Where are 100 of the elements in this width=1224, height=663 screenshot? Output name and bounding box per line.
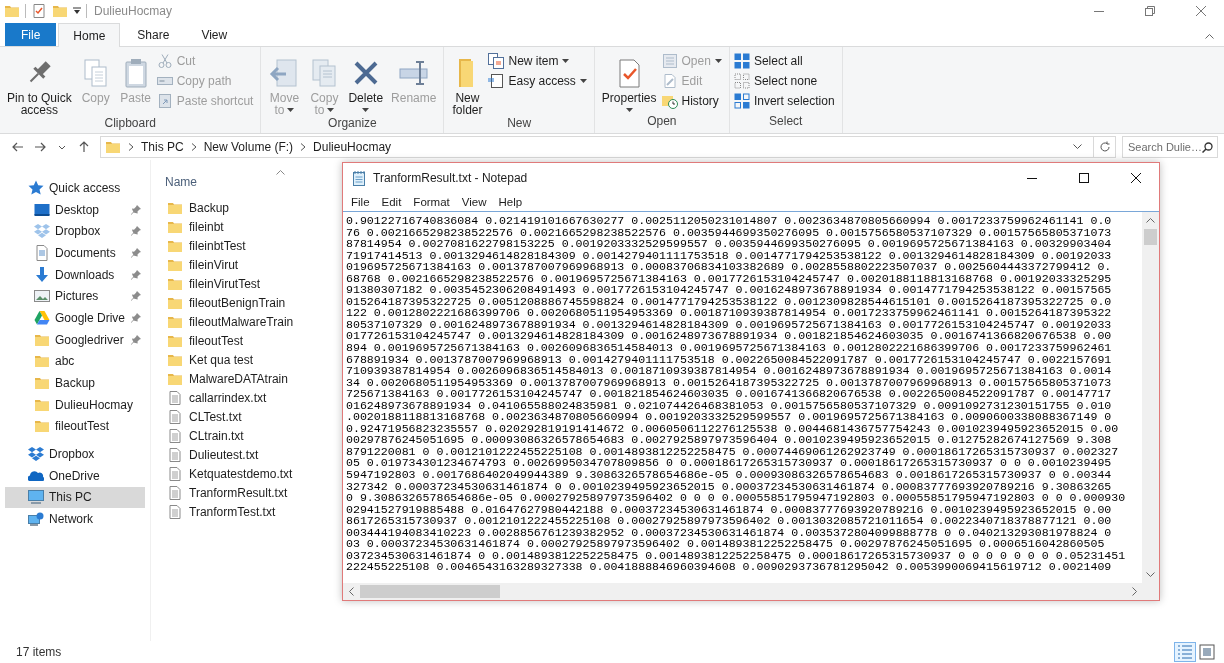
text-file-icon bbox=[167, 465, 183, 482]
nav-item[interactable]: Downloads bbox=[5, 263, 145, 286]
nav-item[interactable]: Quick access bbox=[5, 177, 145, 199]
dashed-grid-icon bbox=[733, 73, 750, 89]
forward-arrow-icon bbox=[33, 140, 47, 154]
documents-icon bbox=[488, 53, 505, 69]
list-entry[interactable]: Ketquatestdemo.txt bbox=[163, 464, 293, 483]
ribbon-button[interactable]: Pin to Quick access bbox=[4, 50, 75, 116]
list-entry[interactable]: CLtrain.txt bbox=[163, 426, 244, 445]
nav-item[interactable]: Dropbox bbox=[5, 220, 145, 243]
nav-item[interactable]: Documents bbox=[5, 242, 145, 264]
down-arrow-icon bbox=[34, 266, 50, 283]
ribbon-button[interactable]: Invert selection bbox=[733, 93, 838, 109]
chevron-right-icon bbox=[300, 143, 307, 151]
folder-icon bbox=[34, 375, 50, 392]
list-entry[interactable]: MalwareDATAtrain bbox=[163, 369, 288, 388]
details-view-button[interactable] bbox=[1174, 642, 1196, 662]
ribbon-button[interactable]: History bbox=[661, 93, 725, 109]
scissors-icon bbox=[156, 53, 173, 69]
text-file-icon bbox=[167, 389, 183, 406]
column-header[interactable]: Name bbox=[165, 170, 197, 189]
back-arrow-icon bbox=[11, 140, 25, 154]
scroll-down-icon bbox=[1146, 572, 1155, 577]
list-entry[interactable]: fileinVirut bbox=[163, 255, 239, 274]
restore-icon bbox=[1145, 6, 1155, 16]
horizontal-scrollbar[interactable] bbox=[343, 583, 1159, 600]
thumbnail-icon bbox=[1199, 644, 1215, 660]
list-entry[interactable]: TranformResult.txt bbox=[163, 483, 288, 502]
list-entry[interactable]: callarrindex.txt bbox=[163, 388, 267, 407]
sort-up-icon bbox=[276, 170, 285, 175]
menu-item[interactable]: Edit bbox=[375, 193, 408, 211]
chevron-up-icon bbox=[1204, 33, 1214, 39]
chevron-down-icon bbox=[1072, 144, 1082, 150]
menu-item[interactable]: Format bbox=[407, 193, 456, 211]
triangle-logo-icon bbox=[34, 309, 50, 326]
address-bar[interactable]: This PC New Volume (F:) DulieuHocmay bbox=[100, 136, 1116, 158]
nav-item[interactable]: fileoutTest bbox=[5, 415, 145, 438]
list-entry[interactable]: fileinbt bbox=[163, 217, 224, 236]
list-entry[interactable]: fileoutTest bbox=[163, 331, 244, 350]
folder-icon bbox=[52, 3, 68, 19]
ribbon-button[interactable]: New folder bbox=[448, 50, 487, 116]
breadcrumb[interactable]: This PC bbox=[141, 140, 184, 154]
scroll-left-icon bbox=[349, 587, 354, 596]
list-entry[interactable]: Dulieutest.txt bbox=[163, 445, 259, 464]
list-entry[interactable]: fileoutMalwareTrain bbox=[163, 312, 294, 331]
ribbon-tab[interactable]: View bbox=[186, 23, 243, 46]
search-field[interactable]: Search Dulie… bbox=[1122, 136, 1218, 158]
ribbon-button[interactable]: New item bbox=[488, 53, 590, 69]
nav-item[interactable]: OneDrive bbox=[5, 464, 145, 487]
group-label: Organize bbox=[328, 116, 377, 132]
nav-item[interactable]: Pictures bbox=[5, 285, 145, 308]
file-menu-tab[interactable]: File bbox=[5, 23, 57, 46]
menu-item[interactable]: View bbox=[455, 193, 493, 211]
checkmark-document-icon bbox=[31, 3, 47, 19]
text-file-icon bbox=[167, 484, 183, 501]
nav-item[interactable]: Desktop bbox=[5, 198, 145, 221]
nav-item[interactable]: Googledriver bbox=[5, 328, 145, 351]
scrollbar-thumb[interactable] bbox=[1144, 229, 1157, 245]
pin-icon bbox=[131, 204, 141, 215]
document-icon bbox=[661, 53, 678, 69]
vertical-scrollbar[interactable] bbox=[1142, 212, 1159, 583]
list-entry[interactable]: fileinVirutTest bbox=[163, 274, 261, 293]
breadcrumb[interactable]: New Volume (F:) bbox=[203, 140, 294, 154]
picture-icon bbox=[34, 288, 50, 305]
text-file-icon bbox=[167, 446, 183, 463]
ribbon-tab[interactable]: Share bbox=[122, 23, 185, 46]
list-entry[interactable]: TranformTest.txt bbox=[163, 502, 276, 521]
list-entry[interactable]: Ket qua test bbox=[163, 350, 254, 369]
ribbon-button[interactable]: Properties bbox=[598, 50, 660, 112]
ribbon-button[interactable]: Easy access bbox=[488, 73, 590, 89]
up-arrow-icon bbox=[77, 140, 91, 154]
nav-item[interactable]: Backup bbox=[5, 372, 145, 394]
nav-item[interactable]: Network bbox=[5, 508, 145, 530]
dropbox-icon bbox=[34, 223, 50, 240]
ribbon-button[interactable]: Select all bbox=[733, 53, 838, 69]
text-file-icon bbox=[167, 427, 183, 444]
text-editor[interactable]: 0.90122716740836084 0.021419101667630277 0.0025112050231014807 0.0023634870805660994 0.0017233759962461141 0.0 76 0.0021665298238522576 0.0021665298238522576 0.0035944699350276095 0.0015756580537107329 0.00157565805371073 87814954 0.0027081622798153225 0.0019203332529599557 0.0035944699350276095 0.0019695725671384163 0.00329903404 71917414513 0.0013294614828184309 0.0014279401111753518 0.0014771794253538122 0.0013294614828184309 0.00192033 019695725671384163 0.0013787007969968913 0.00083706834103382689 0.0028558802223507037 0.0025604443372799412 0. 68768 0.0021665298238522576 0.0019695725671384163 0.0017726153104245747 0.0020188118813168768 0.00192033325295 91380307182 0.0035452306208491493 0.0017726153104245747 0.0016248973678891934 0.0014771794253538122 0.00157565 015264187395322725 0.0051208886745598824 0.0014771794253538122 0.0012309828544615101 0.0015264187395322725 0.0 122 0.0012802221686399706 0.0020680511954953369 0.0018710939387814954 0.0017233759962461141 0.0015264187395322 80537107329 0.0016248973678891934 0.0013294614828184309 0.0019695725671384163 0.0017726153104245747 0.00192033 017726153104245747 0.0013294614828184309 0.0016248973678891934 0.001821854624603035 0.0016741366820676538 0.00 894 0.0019695725671384163 0.0026096836514584013 0.0019695725671384163 0.0012802221686399706 0.0017233759962461 678891934 0.0013787007969968913 0.0014279401111753518 0.0022650084522091787 0.0017726153104245747 0.0022157691 710939387814954 0.0026096836514584013 0.0018710939387814954 0.0016248973678891934 0.0019695725671384163 0.0014 34 0.0020680511954953369 0.0013787007969968913 0.0015264187395322725 0.0013787007969968913 0.00157565805371073 725671384163 0.0017726153104245747 0.001821854624603035 0.0016741366820676538 0.0022650084522091787 0.00147717 016248973678891934 0.041065588024835981 0.021074426468381053 0.0015756580537107329 0.0091092731230151755 0.010 .0020188118813168768 0.0023634870805660994 0.0019203332529599557 0.0019695725671384163 0.0090600338088367149 0 0.92471956823235557 0.020292819191414672 0.0060506112276125538 0.0044681436757754243 0.0010239495923652015 0.00 00297876245051695 0.00093086326578654683 0.0027925897973596404 0.0010239495923652015 0.01275282674127569 9.308 8791220081 0 0.0012101222455225108 0.0014893812252258475 0.00074469061262923749 0.00018617265315730937 0.002327 05 0.019734301234674793 0.0026995034707809856 0 0.00018617265315730937 0.00018617265315730937 0 0 0.0010239495 5947192803 0.0017686402049944389 9.3086326578654686e-05 0.00093086326578654683 0.0018617265315730937 0 0.00344 327342 0.00037234530631461874 0 0.0010239495923652015 0.00037234530631461874 0.00083777693920789216 9.30863265 0 9.3086326578654686e-05 0.00027925897973596402 0 0 0 0.00055851795947192803 0.00055851795947192803 0 0 0.000930 02941527919885488 0.01647627980442188 0.00037234530631461874 0.00083777693920789216 0.0010239495923652015 0.00 8617265315730937 0.0012101222455225108 0.00027925897973596402 0.0013032085721011654 0.0022340718378877121 0.00 003444194083410223 0.0028856761239382952 0.00037234530631461874 0.0035372804099888778 0 0.040213293081978824 0 03 0.00037234530631461874 0.00027925897973596402 0.0014893812252258475 0.00297876245051695 0.0006516042860505 037234530631461874 0 0.0014893812252258475 0.0014893812252258475 0.00018617265315730937 0 0 0 0 0 0 0 0.05231451 222455225108 0.0046543163289327338 0.0041888846960394608 0.0090293736781295042 0.0053990069415619712 0.0021409 bbox=[343, 212, 1142, 583]
large-icons-view-button[interactable] bbox=[1196, 642, 1218, 662]
network-icon bbox=[28, 511, 44, 528]
folder-icon bbox=[4, 3, 20, 19]
list-entry[interactable]: CLTest.txt bbox=[163, 407, 242, 426]
ribbon-tab[interactable]: Home bbox=[58, 23, 121, 47]
dropbox-icon bbox=[28, 446, 44, 463]
menu-item[interactable]: Help bbox=[492, 193, 529, 211]
list-entry[interactable]: Backup bbox=[163, 198, 230, 217]
refresh-icon bbox=[1098, 141, 1111, 153]
group-label: Select bbox=[769, 114, 803, 130]
menu-item[interactable]: File bbox=[345, 193, 376, 211]
nav-item[interactable]: Google Drive bbox=[5, 307, 145, 329]
ribbon-button[interactable]: Delete bbox=[345, 50, 387, 112]
list-entry[interactable]: fileoutBenignTrain bbox=[163, 293, 286, 312]
nav-item[interactable]: This PC bbox=[5, 486, 145, 509]
scrollbar-thumb[interactable] bbox=[360, 585, 500, 598]
list-entry[interactable]: fileinbtTest bbox=[163, 236, 246, 255]
breadcrumb[interactable]: DulieuHocmay bbox=[313, 140, 392, 154]
ribbon-button[interactable]: Select none bbox=[733, 73, 838, 89]
nav-item[interactable]: abc bbox=[5, 350, 145, 373]
nav-item[interactable]: DulieuHocmay bbox=[5, 393, 145, 416]
pin-icon bbox=[131, 334, 141, 345]
nav-item[interactable]: Dropbox bbox=[5, 443, 145, 465]
